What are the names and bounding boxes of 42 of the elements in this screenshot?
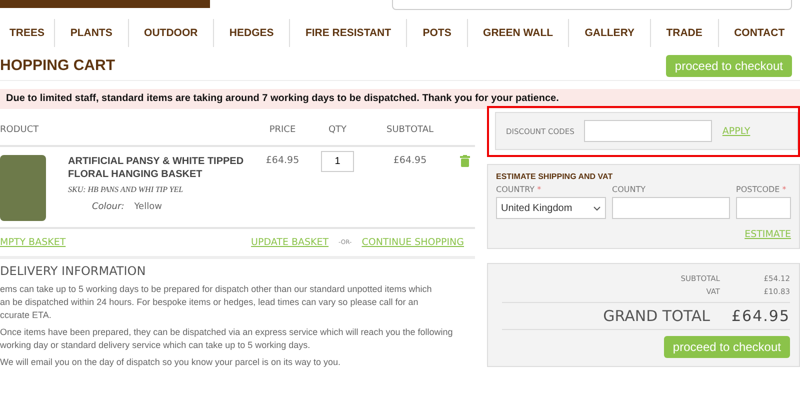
nav-link[interactable]: TRADE <box>650 19 718 47</box>
delivery-paragraph: ems can take up to 5 working days to be prepared for dispatch other than our standard unpotted items which an be dispatched within 24 hours. For bespoke items or hedges, lead times can vary so please call for an ccurate ETA. <box>0 283 433 322</box>
nav-link[interactable]: POTS <box>406 19 467 47</box>
column-header: PRICE <box>268 125 297 135</box>
option-value: Yellow <box>134 202 162 212</box>
notice-banner: Due to limited staff, standard items are taking around 7 working days to be dispatched. Thank you for your patience. <box>0 89 800 109</box>
section-heading: DELIVERY INFORMATION <box>0 264 147 278</box>
column-header: SUBTOTAL <box>385 125 435 135</box>
delivery-paragraph: Once items have been prepared, they can be dispatched via an express service which will reach you the following working day or standard delivery service which can take up to 5 working days. <box>0 326 454 352</box>
product-name[interactable]: ARTIFICIAL PANSY & WHITE TIPPED FLORAL HANGING BASKET <box>68 155 253 181</box>
trash-icon[interactable] <box>460 155 470 167</box>
text-field[interactable] <box>736 197 791 219</box>
country-select[interactable]: United Kingdom <box>496 197 606 219</box>
logo-banner[interactable] <box>0 0 210 8</box>
grand-total-value: £64.95 <box>730 307 790 325</box>
nav-link[interactable]: PLANTS <box>54 19 128 47</box>
nav-link[interactable]: CONTACT <box>718 19 800 47</box>
nav-link[interactable]: OUTDOOR <box>128 19 214 47</box>
column-header: RODUCT <box>0 125 40 135</box>
nav-link[interactable]: TREES <box>0 19 54 47</box>
search-field[interactable] <box>392 0 792 10</box>
nav-link[interactable]: HEDGES <box>213 19 290 47</box>
column-header: QTY <box>327 125 348 135</box>
field-label: COUNTY <box>612 185 646 194</box>
quantity-field[interactable]: 1 <box>321 151 354 172</box>
nav-link[interactable]: FIRE RESISTANT <box>289 19 406 47</box>
nav-link[interactable]: GREEN WALL <box>466 19 568 47</box>
product-sku: SKU: HB PANS AND WHI TIP YEL <box>68 185 184 194</box>
panel-title: ESTIMATE SHIPPING AND VAT <box>496 172 614 181</box>
option-label: Colour: <box>92 202 124 212</box>
field-label: COUNTRY * <box>496 185 542 194</box>
discount-code-field[interactable] <box>584 120 712 142</box>
delivery-paragraph: We will email you on the day of dispatch so you know your parcel is on its way to you. <box>0 356 342 369</box>
field-label: POSTCODE * <box>736 185 788 194</box>
subtotal-cell-text: £64.95 <box>392 155 428 168</box>
text-field[interactable] <box>612 197 730 219</box>
page-title: HOPPING CART <box>0 57 116 74</box>
photo-placeholder <box>0 155 46 221</box>
grand-total-label: GRAND TOTAL <box>602 307 710 325</box>
nav-link[interactable]: GALLERY <box>568 19 650 47</box>
chevron-icon <box>593 206 601 210</box>
price-cell-text: £64.95 <box>264 155 300 168</box>
